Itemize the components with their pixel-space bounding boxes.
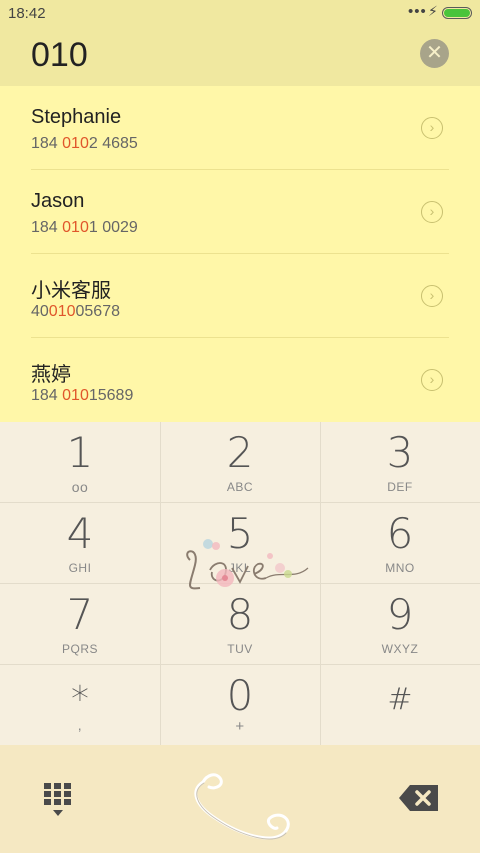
charging-icon: ⚡ xyxy=(428,3,438,19)
chevron-right-icon[interactable]: › xyxy=(421,201,443,223)
key-1[interactable]: 1 oo xyxy=(0,422,160,502)
match-highlight: 010 xyxy=(62,135,89,152)
status-bar: 18:42 ••• ⚡ xyxy=(0,0,480,28)
chevron-right-icon[interactable]: › xyxy=(421,369,443,391)
contact-row[interactable]: Jason 184 0101 0029 › xyxy=(0,170,480,254)
dial-header: 010 ✕ xyxy=(0,28,480,86)
backspace-icon[interactable] xyxy=(398,783,440,813)
dial-actions-bar xyxy=(0,745,480,853)
key-3[interactable]: 3 DEF xyxy=(320,422,480,502)
contact-number: 184 0101 0029 xyxy=(31,219,138,236)
key-6[interactable]: 6 MNO xyxy=(320,503,480,583)
contact-results: Stephanie 184 0102 4685 › Jason 184 0101… xyxy=(0,86,480,422)
match-highlight: 010 xyxy=(62,387,89,404)
key-star[interactable]: * , xyxy=(0,665,160,745)
phone-call-icon[interactable] xyxy=(185,760,295,840)
key-2[interactable]: 2 ABC xyxy=(160,422,320,502)
chevron-right-icon[interactable]: › xyxy=(421,117,443,139)
contact-number: 184 01015689 xyxy=(31,387,134,404)
key-4[interactable]: 4 GHI xyxy=(0,503,160,583)
match-highlight: 010 xyxy=(62,219,89,236)
contact-number: 184 0102 4685 xyxy=(31,135,138,152)
key-9[interactable]: 9 WXYZ xyxy=(320,584,480,664)
contact-name: 燕婷 xyxy=(31,364,71,386)
contact-row[interactable]: Stephanie 184 0102 4685 › xyxy=(0,86,480,170)
contact-row[interactable]: 燕婷 184 01015689 › xyxy=(0,338,480,422)
contact-name: 小米客服 xyxy=(31,280,111,302)
match-highlight: 010 xyxy=(48,303,76,320)
chevron-right-icon[interactable]: › xyxy=(421,285,443,307)
contact-row[interactable]: 小米客服 4001005678 › xyxy=(0,254,480,338)
dialpad-toggle-icon[interactable] xyxy=(40,779,76,819)
love-decoration-icon xyxy=(186,539,309,590)
contact-number: 4001005678 xyxy=(31,303,120,320)
contact-name: Stephanie xyxy=(31,106,122,128)
key-hash[interactable]: # xyxy=(320,665,480,745)
key-0[interactable]: 0 + xyxy=(160,665,320,745)
battery-icon xyxy=(442,7,472,19)
contact-name: Jason xyxy=(31,190,85,212)
status-time: 18:42 xyxy=(8,5,46,22)
dialed-number[interactable]: 010 xyxy=(31,36,88,75)
clear-circle-icon[interactable]: ✕ xyxy=(420,39,449,68)
key-7[interactable]: 7 PQRS xyxy=(0,584,160,664)
signal-dots-icon: ••• xyxy=(408,3,427,20)
voicemail-icon: oo xyxy=(71,479,89,495)
